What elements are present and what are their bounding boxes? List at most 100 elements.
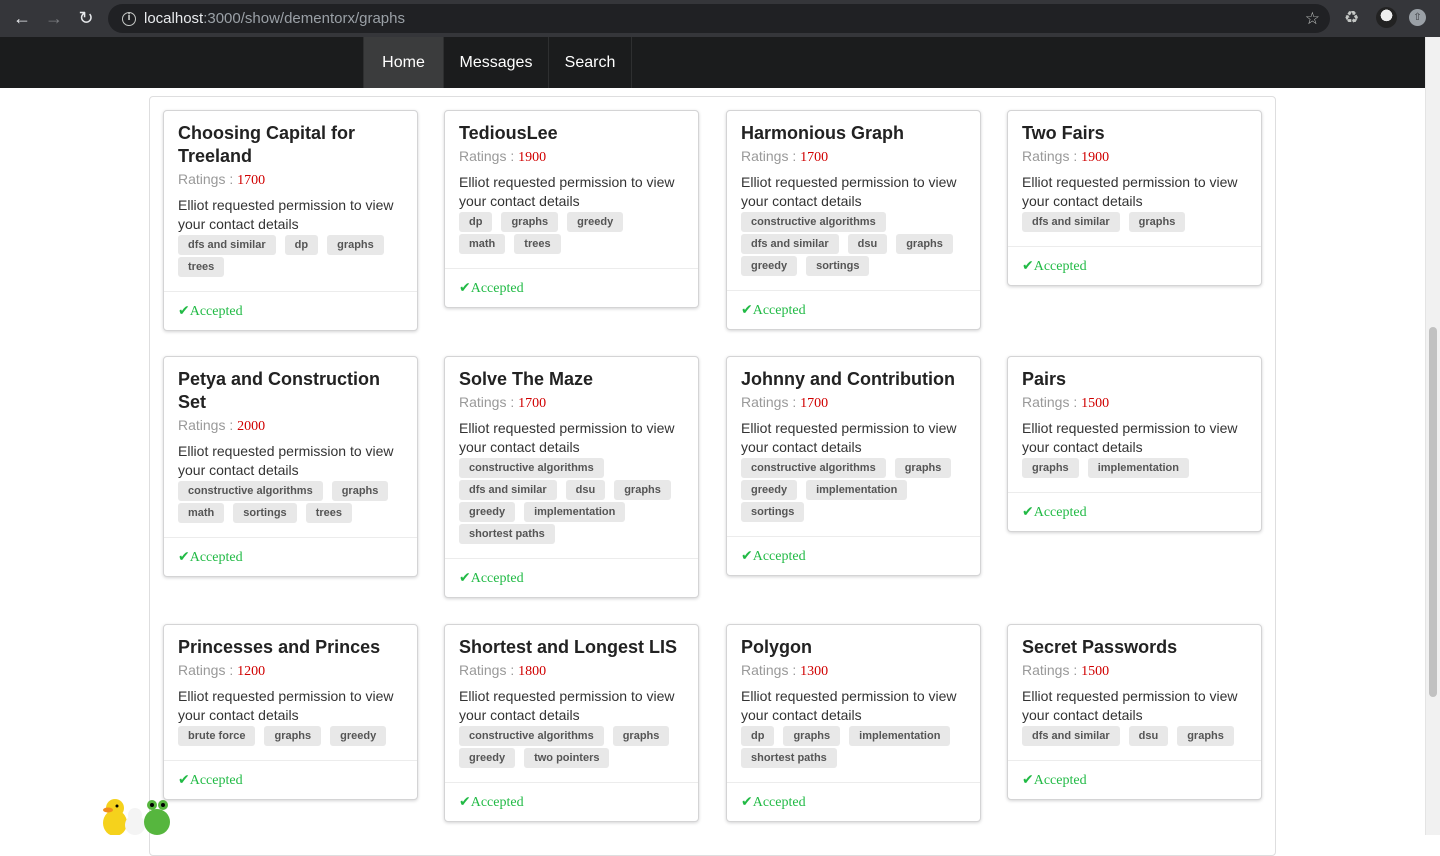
card-description: Elliot requested permission to view your… [1022,174,1238,209]
problem-card[interactable]: Choosing Capital for Treeland Ratings : 1… [163,110,418,331]
profile-avatar[interactable] [1376,7,1397,28]
tag-label[interactable]: graphs [614,480,671,500]
problem-card[interactable]: Two Fairs Ratings : 1900 Elliot requested … [1007,110,1262,286]
problem-card[interactable]: Petya and Construction Set Ratings : 2000… [163,356,418,577]
card-status: ✔Accepted [727,290,980,329]
tag-label[interactable]: graphs [1022,458,1079,478]
card-title[interactable]: Johnny and Contribution [741,368,966,391]
back-icon[interactable]: ← [7,3,37,33]
tag-label[interactable]: dsu [847,234,888,254]
tag-label[interactable]: implementation [806,480,908,500]
tag-label[interactable]: two pointers [524,748,610,768]
reload-icon[interactable]: ↻ [71,3,101,33]
tag-label[interactable]: greedy [567,212,624,232]
tag-label[interactable]: constructive algorithms [741,212,886,232]
problem-card[interactable]: Harmonious Graph Ratings : 1700 Elliot req… [726,110,981,330]
tag-label[interactable]: brute force [178,726,256,746]
card-title[interactable]: Polygon [741,636,966,659]
tag-label[interactable]: dp [741,726,775,746]
tag-label[interactable]: implementation [849,726,951,746]
tag-label[interactable]: dp [459,212,493,232]
tag-label[interactable]: shortest paths [459,524,555,544]
update-icon[interactable]: ⇧ [1409,9,1426,26]
site-info-icon[interactable]: i [122,11,136,26]
tag-label[interactable]: dfs and similar [741,234,839,254]
bookmark-star-icon[interactable]: ☆ [1305,9,1320,29]
address-bar[interactable]: i localhost:3000/show/dementorx/graphs ☆ [108,4,1330,33]
nav-home[interactable]: Home [363,37,443,88]
scroll-thumb[interactable] [1429,327,1437,697]
tag-label[interactable]: dfs and similar [1022,212,1120,232]
tag-label[interactable]: graphs [783,726,841,746]
tag-label[interactable]: graphs [501,212,559,232]
card-title[interactable]: Petya and Construction Set [178,368,403,414]
tag-label[interactable]: sortings [233,503,297,523]
card-title[interactable]: Shortest and Longest LIS [459,636,684,659]
forward-icon[interactable]: → [39,3,69,33]
problem-card[interactable]: Secret Passwords Ratings : 1500 Elliot req… [1007,624,1262,800]
problem-card[interactable]: Pairs Ratings : 1500 Elliot requested perm… [1007,356,1262,532]
card-title[interactable]: Solve The Maze [459,368,684,391]
card-description: Elliot requested permission to view your… [741,688,957,723]
tag-label[interactable]: graphs [1128,212,1186,232]
card-title[interactable]: Two Fairs [1022,122,1247,145]
card-ratings: Ratings : 1700 [741,391,966,415]
tag-label[interactable]: graphs [894,458,952,478]
tag-label[interactable]: math [178,503,225,523]
card-ratings: Ratings : 1200 [178,659,403,683]
tag-label[interactable]: constructive algorithms [459,458,604,478]
tag-label[interactable]: dfs and similar [1022,726,1120,746]
url-text[interactable]: localhost:3000/show/dementorx/graphs [144,10,405,27]
ratings-value: 2000 [237,419,266,434]
page-scrollbar[interactable] [1425,37,1440,835]
tag-label[interactable]: constructive algorithms [459,726,604,746]
nav-search[interactable]: Search [548,37,632,88]
ratings-label: Ratings : [1022,662,1078,678]
tag-label[interactable]: graphs [896,234,953,254]
problem-card[interactable]: TediousLee Ratings : 1900 Elliot requested… [444,110,699,308]
tag-label[interactable]: dfs and similar [178,235,276,255]
tag-label[interactable]: graphs [327,235,384,255]
problem-card[interactable]: Shortest and Longest LIS Ratings : 1800 El… [444,624,699,822]
tag-label[interactable]: greedy [741,480,798,500]
nav-messages[interactable]: Messages [443,37,548,88]
tag-label[interactable]: sortings [741,502,805,522]
card-title[interactable]: Secret Passwords [1022,636,1247,659]
card-status: ✔Accepted [445,782,698,821]
problem-card[interactable]: Johnny and Contribution Ratings : 1700 Ell… [726,356,981,576]
tag-label[interactable]: trees [178,257,225,277]
tag-label[interactable]: constructive algorithms [741,458,886,478]
tag-list: constructive algorithms graphs greedy imple… [741,458,966,524]
card-title[interactable]: TediousLee [459,122,684,145]
tag-label[interactable]: dfs and similar [459,480,557,500]
tag-label[interactable]: graphs [264,726,322,746]
problem-card[interactable]: Polygon Ratings : 1300 Elliot requested pe… [726,624,981,822]
tag-label[interactable]: sortings [806,256,870,276]
tag-label[interactable]: graphs [331,481,389,501]
tag-label[interactable]: shortest paths [741,748,837,768]
tag-label[interactable]: graphs [612,726,670,746]
card-title[interactable]: Princesses and Princes [178,636,403,659]
card-title[interactable]: Choosing Capital for Treeland [178,122,403,168]
tag-label[interactable]: trees [305,503,352,523]
extensions-icon[interactable]: ♻ [1344,8,1364,28]
tag-label[interactable]: dp [284,235,319,255]
ratings-label: Ratings : [741,662,797,678]
tag-label[interactable]: greedy [459,748,516,768]
tag-label[interactable]: math [459,234,506,254]
card-title[interactable]: Harmonious Graph [741,122,966,145]
card-title[interactable]: Pairs [1022,368,1247,391]
tag-label[interactable]: greedy [741,256,798,276]
tag-label[interactable]: greedy [459,502,516,522]
tag-label[interactable]: implementation [1087,458,1189,478]
tag-label[interactable]: graphs [1177,726,1234,746]
problem-card[interactable]: Solve The Maze Ratings : 1700 Elliot reque… [444,356,699,598]
tag-label[interactable]: dsu [565,480,606,500]
tag-label[interactable]: implementation [524,502,626,522]
tag-label[interactable]: greedy [330,726,387,746]
ratings-label: Ratings : [1022,148,1078,164]
tag-label[interactable]: trees [514,234,561,254]
problem-card[interactable]: Princesses and Princes Ratings : 1200 Elli… [163,624,418,800]
tag-label[interactable]: constructive algorithms [178,481,323,501]
tag-label[interactable]: dsu [1128,726,1169,746]
